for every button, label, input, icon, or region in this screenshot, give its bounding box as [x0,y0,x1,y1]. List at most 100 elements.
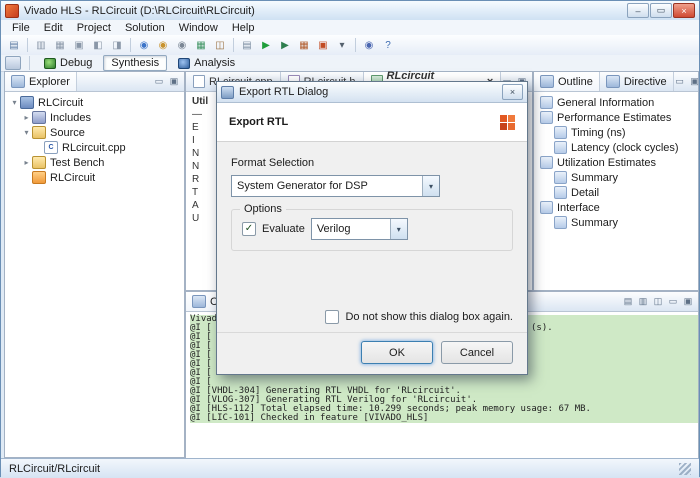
dialog-close-button[interactable]: × [502,84,523,100]
outline-item-interface[interactable]: Interface [534,200,698,215]
dont-show-checkbox[interactable] [325,310,339,324]
open-perspective-icon[interactable] [5,56,21,70]
synthesis-dropdown-icon[interactable]: ▾ [333,37,351,53]
explorer-item-includes[interactable]: ▸Includes [5,110,184,125]
menu-file[interactable]: File [5,20,37,35]
run-c-simulation-icon[interactable]: ▶ [257,37,275,53]
explorer-item-rlcircuit[interactable]: ▾RLCircuit [5,95,184,110]
outline-item-label: Interface [557,202,600,214]
save-icon[interactable]: ▥ [32,37,50,53]
maximize-panel-icon[interactable]: ▣ [682,296,694,307]
export-rtl-icon[interactable]: ▣ [314,37,332,53]
explorer-item-rlcircuit-cpp[interactable]: CRLcircuit.cpp [5,140,184,155]
tree-expanded-arrow-icon[interactable]: ▾ [21,128,32,137]
resize-grip[interactable] [679,463,691,475]
solution-settings-icon[interactable]: ◉ [173,37,191,53]
menu-project[interactable]: Project [70,20,118,35]
outline-item-label: Timing (ns) [571,127,626,139]
menu-solution[interactable]: Solution [118,20,172,35]
ok-button[interactable]: OK [361,341,433,364]
maximize-panel-icon[interactable]: ▣ [168,76,180,87]
report-section-icon [540,201,553,214]
open-report-icon[interactable]: ▦ [192,37,210,53]
explorer-item-test-bench[interactable]: ▸Test Bench [5,155,184,170]
outline-item-detail[interactable]: Detail [534,185,698,200]
run-cosimulation-icon[interactable]: ▦ [295,37,313,53]
pin-console-icon[interactable]: ◫ [652,296,664,307]
chevron-down-icon[interactable]: ▾ [422,176,439,196]
cpp-icon: C [44,141,58,154]
titlebar: Vivado HLS - RLCircuit (D:\RLCircuit\RLC… [1,1,699,21]
grid-cell [508,123,515,130]
evaluate-checkbox[interactable]: ✓ [242,222,256,236]
explorer-item-source[interactable]: ▾Source [5,125,184,140]
xilinx-grid-icon [500,115,515,130]
dialog-titlebar[interactable]: Export RTL Dialog × [217,82,527,103]
dialog-title: Export RTL Dialog [239,86,328,98]
format-selection-combobox[interactable]: System Generator for DSP ▾ [231,175,440,197]
perspective-analysis[interactable]: Analysis [170,55,243,71]
tab-explorer[interactable]: Explorer [5,72,77,91]
explorer-item-rlcircuit[interactable]: RLCircuit [5,170,184,185]
outline-item-summary[interactable]: Summary [534,215,698,230]
perspective-synthesis[interactable]: Synthesis [103,55,167,71]
outline-item-label: Detail [571,187,599,199]
minimize-panel-icon[interactable]: ▭ [674,76,686,87]
language-value: Verilog [312,223,390,235]
redo-icon[interactable]: ◨ [108,37,126,53]
perspective-debug[interactable]: Debug [36,55,100,71]
minimize-panel-icon[interactable]: ▭ [667,296,679,307]
c-synthesis-icon[interactable]: ▶ [276,37,294,53]
outline-item-utilization-estimates[interactable]: Utilization Estimates [534,155,698,170]
statusbar: RLCircuit/RLcircuit [1,458,699,478]
report-section-icon [554,126,567,139]
outline-item-latency-clock-cycles[interactable]: Latency (clock cycles) [534,140,698,155]
new-project-icon[interactable]: ▤ [5,37,23,53]
outline-panel: Outline Directive ▭ ▣ General Informatio… [533,71,699,291]
cancel-button[interactable]: Cancel [441,341,513,364]
tab-directive[interactable]: Directive [600,72,674,91]
compare-reports-icon[interactable]: ◫ [211,37,229,53]
maximize-panel-icon[interactable]: ▣ [689,76,700,87]
analysis-viewer-icon[interactable]: ◉ [360,37,378,53]
save-all-icon[interactable]: ▦ [51,37,69,53]
menubar: FileEditProjectSolutionWindowHelp [1,20,699,36]
explorer-header: Explorer ▭ ▣ [5,72,184,92]
project-settings-icon[interactable]: ◉ [154,37,172,53]
outline-item-label: Utilization Estimates [557,157,656,169]
grid-cell [508,115,515,122]
menu-window[interactable]: Window [172,20,225,35]
clear-console-icon[interactable]: ▤ [622,296,634,307]
chevron-down-icon[interactable]: ▾ [390,219,407,239]
minimize-button[interactable]: – [627,3,649,18]
copy-icon[interactable]: ▣ [70,37,88,53]
tree-expanded-arrow-icon[interactable]: ▾ [9,98,20,107]
outline-item-performance-estimates[interactable]: Performance Estimates [534,110,698,125]
maximize-button[interactable]: ▭ [650,3,672,18]
explorer-tab-label: Explorer [29,76,70,88]
includes-icon [32,111,46,124]
index-c-source-icon[interactable]: ▤ [238,37,256,53]
scroll-lock-icon[interactable]: ▥ [637,296,649,307]
debug-settings-icon[interactable]: ◉ [135,37,153,53]
help-icon[interactable]: ? [379,37,397,53]
menu-help[interactable]: Help [225,20,262,35]
vivado-hls-window: Vivado HLS - RLCircuit (D:\RLCircuit\RLC… [0,0,700,477]
outline-item-timing-ns[interactable]: Timing (ns) [534,125,698,140]
tree-collapsed-arrow-icon[interactable]: ▸ [21,113,32,122]
main-toolbar: ▤▥▦▣◧◨◉◉◉▦◫▤▶▶▦▣▾◉? [1,35,699,56]
outline-item-summary[interactable]: Summary [534,170,698,185]
format-selection-label: Format Selection [231,157,513,169]
outline-item-general-information[interactable]: General Information [534,95,698,110]
language-combobox[interactable]: Verilog ▾ [311,218,408,240]
close-button[interactable]: × [673,3,695,18]
window-title: Vivado HLS - RLCircuit (D:\RLCircuit\RLC… [24,5,255,17]
undo-icon[interactable]: ◧ [89,37,107,53]
project-icon [20,96,34,109]
explorer-view-icon [11,75,25,88]
minimize-panel-icon[interactable]: ▭ [153,76,165,87]
tree-collapsed-arrow-icon[interactable]: ▸ [21,158,32,167]
menu-edit[interactable]: Edit [37,20,70,35]
tab-outline[interactable]: Outline [534,72,600,91]
window-controls: – ▭ × [627,3,695,18]
